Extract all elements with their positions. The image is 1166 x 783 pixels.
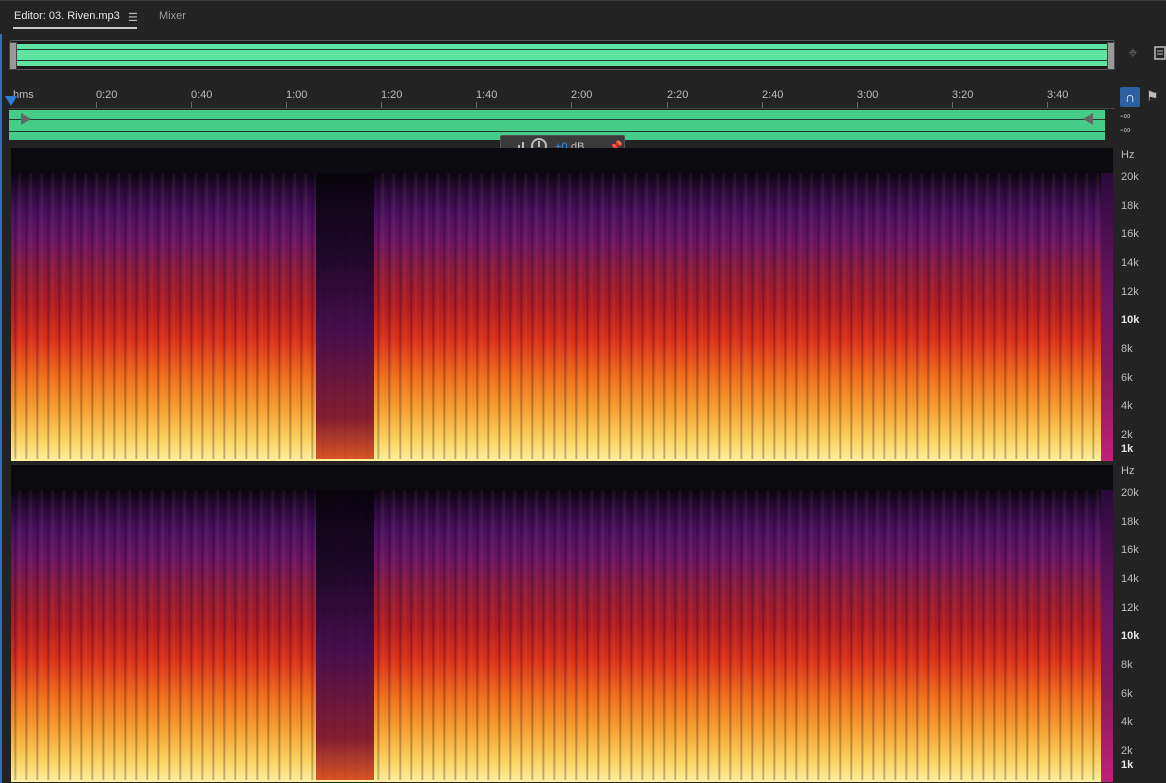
ruler-tick-label: 0:40 [191, 89, 213, 101]
channel-level-readout: -∞ [1120, 111, 1131, 122]
overview-left-handle[interactable] [9, 42, 17, 70]
frequency-label: 6k [1121, 688, 1133, 700]
spectrogram [11, 490, 1101, 782]
tab-editor[interactable]: Editor: 03. Riven.mp3 [14, 10, 120, 22]
frequency-unit: Hz [1121, 465, 1135, 477]
frequency-label: 20k [1121, 487, 1139, 499]
ruler-tick [571, 102, 572, 108]
overview-channel-line [14, 60, 1110, 61]
frequency-label: 4k [1121, 716, 1133, 728]
frequency-unit: Hz [1121, 149, 1135, 161]
frequency-label: 12k [1121, 286, 1139, 298]
channel-level-readout: -∞ [1120, 125, 1131, 136]
tab-mixer[interactable]: Mixer [159, 10, 186, 22]
frequency-label: 10k [1121, 314, 1140, 326]
ruler-tick-label: 3:40 [1047, 89, 1069, 101]
overview-navigator[interactable] [9, 40, 1115, 70]
frequency-label: 8k [1121, 343, 1133, 355]
frequency-label: 14k [1121, 573, 1139, 585]
spectrogram-edge [1101, 490, 1113, 782]
ruler-tick [762, 102, 763, 108]
ruler-tick [857, 102, 858, 108]
ruler-tick-label: 2:20 [667, 89, 689, 101]
frequency-axis-left[interactable]: Hz 20k 18k 16k 14k 12k 10k 8k 6k 4k 2k 1… [1113, 148, 1166, 461]
spectrogram-baseline [11, 780, 1101, 782]
ruler-tick-label: 3:00 [857, 89, 879, 101]
frequency-label: 18k [1121, 200, 1139, 212]
fade-out-handle[interactable] [1083, 113, 1093, 125]
spectral-display-left[interactable] [11, 148, 1113, 461]
snap-magnet-icon[interactable]: ∩ [1120, 87, 1140, 107]
frequency-label: 2k [1121, 429, 1133, 441]
frequency-label: 6k [1121, 372, 1133, 384]
ruler-tick [381, 102, 382, 108]
ruler-tick [952, 102, 953, 108]
spectrogram-texture [11, 173, 1101, 461]
spectrogram-texture [11, 490, 1101, 782]
frequency-label: 4k [1121, 400, 1133, 412]
spectrogram-quiet-region [316, 173, 374, 461]
spectrogram [11, 173, 1101, 461]
panel-focus-border [0, 34, 2, 783]
frequency-label: 14k [1121, 257, 1139, 269]
overview-channel-line [14, 49, 1110, 50]
ruler-tick-label: 1:00 [286, 89, 308, 101]
playhead-icon[interactable] [5, 96, 17, 106]
overview-right-handle[interactable] [1107, 42, 1115, 70]
ruler-tick-label: 0:20 [96, 89, 118, 101]
waveform-channel-line [9, 131, 1105, 132]
ruler-tick-label: 1:40 [476, 89, 498, 101]
fade-in-handle[interactable] [21, 113, 31, 125]
spectrogram-quiet-region [316, 490, 374, 782]
frequency-label: 16k [1121, 544, 1139, 556]
frequency-label: 12k [1121, 602, 1139, 614]
active-tab-indicator [13, 27, 137, 29]
ruler-tick [286, 102, 287, 108]
ruler-tick-label: 1:20 [381, 89, 403, 101]
spectrogram-baseline [11, 459, 1101, 461]
ruler-tick-label: 3:20 [952, 89, 974, 101]
spectrogram-edge [1101, 173, 1113, 461]
ruler-tick [476, 102, 477, 108]
panel-menu-icon[interactable] [1154, 46, 1166, 60]
frequency-label: 18k [1121, 516, 1139, 528]
frequency-axis-right[interactable]: Hz 20k 18k 16k 14k 12k 10k 8k 6k 4k 2k 1… [1113, 465, 1166, 782]
ruler-tick [1047, 102, 1048, 108]
ruler-tick-label: 2:00 [571, 89, 593, 101]
ruler-tick [667, 102, 668, 108]
hamburger-icon[interactable]: ☰ [128, 11, 138, 24]
overview-waveform [14, 44, 1110, 66]
frequency-label: 20k [1121, 171, 1139, 183]
zoom-target-icon[interactable]: ⌖ [1123, 44, 1143, 64]
frequency-label: 10k [1121, 630, 1140, 642]
frequency-label: 8k [1121, 659, 1133, 671]
frequency-label: 1k [1121, 759, 1134, 771]
frequency-label: 1k [1121, 443, 1134, 455]
marker-icon[interactable]: ⚑ [1146, 88, 1159, 106]
ruler-tick-label: 2:40 [762, 89, 784, 101]
frequency-label: 16k [1121, 228, 1139, 240]
waveform-channel-line [9, 119, 1105, 120]
time-ruler[interactable]: hms 0:20 0:40 1:00 1:20 1:40 2:00 2:20 2… [9, 86, 1115, 109]
spectral-display-right[interactable] [11, 465, 1113, 782]
ruler-tick [96, 102, 97, 108]
ruler-tick [191, 102, 192, 108]
frequency-label: 2k [1121, 745, 1133, 757]
